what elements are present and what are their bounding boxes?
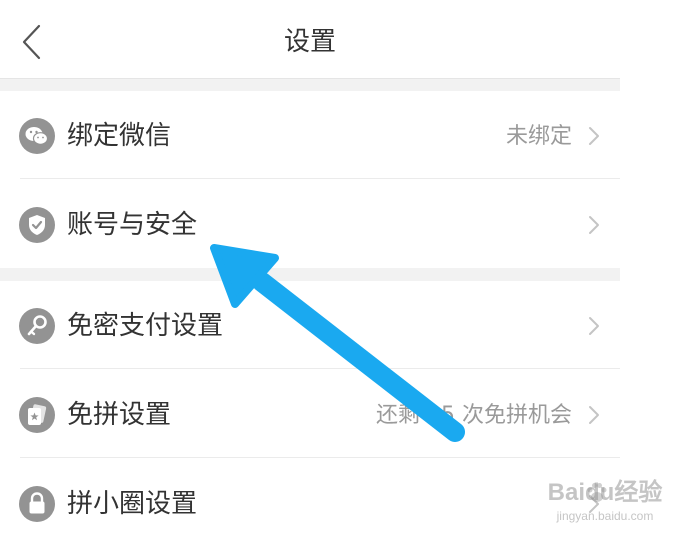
wechat-icon: [19, 118, 55, 154]
lock-icon: [19, 486, 55, 522]
settings-item-label: 账号与安全: [67, 210, 198, 240]
settings-item-label: 绑定微信: [67, 121, 172, 151]
settings-screen: 设置 绑定微信 未绑定 账号与安全 免密支付设置 免拼设置 还剩 25 次免拼机…: [0, 0, 620, 550]
settings-item-label: 免拼设置: [67, 400, 172, 430]
settings-item-bind-wechat[interactable]: 绑定微信 未绑定: [0, 91, 620, 179]
paw-logo-icon: [587, 483, 607, 502]
baidu-jingyan-watermark: Baidu经验 jingyan.baidu.com: [540, 478, 670, 540]
row-divider: [20, 457, 620, 458]
watermark-sub: jingyan.baidu.com: [556, 509, 654, 523]
chevron-right-icon: [589, 317, 599, 335]
settings-item-label: 拼小圈设置: [67, 489, 198, 519]
settings-item-label: 免密支付设置: [67, 311, 224, 341]
row-divider: [20, 178, 620, 179]
settings-item-circle-settings[interactable]: 拼小圈设置: [0, 459, 620, 547]
section-gap: [0, 268, 620, 281]
chevron-right-icon: [589, 406, 599, 424]
chevron-right-icon: [589, 216, 599, 234]
section-gap: [0, 79, 620, 91]
chevron-right-icon: [589, 127, 599, 145]
settings-item-password-free-payment[interactable]: 免密支付设置: [0, 281, 620, 369]
card-star-icon: [19, 397, 55, 433]
header-bar: 设置: [0, 0, 620, 79]
shield-check-icon: [19, 207, 55, 243]
key-icon: [19, 308, 55, 344]
page-title: 设置: [283, 27, 336, 57]
settings-item-value: 未绑定: [505, 124, 572, 149]
settings-item-group-free-settings[interactable]: 免拼设置 还剩 25 次免拼机会: [0, 370, 620, 458]
settings-item-account-security[interactable]: 账号与安全: [0, 180, 620, 268]
settings-item-value: 还剩 25 次免拼机会: [376, 403, 572, 428]
row-divider: [20, 368, 620, 369]
